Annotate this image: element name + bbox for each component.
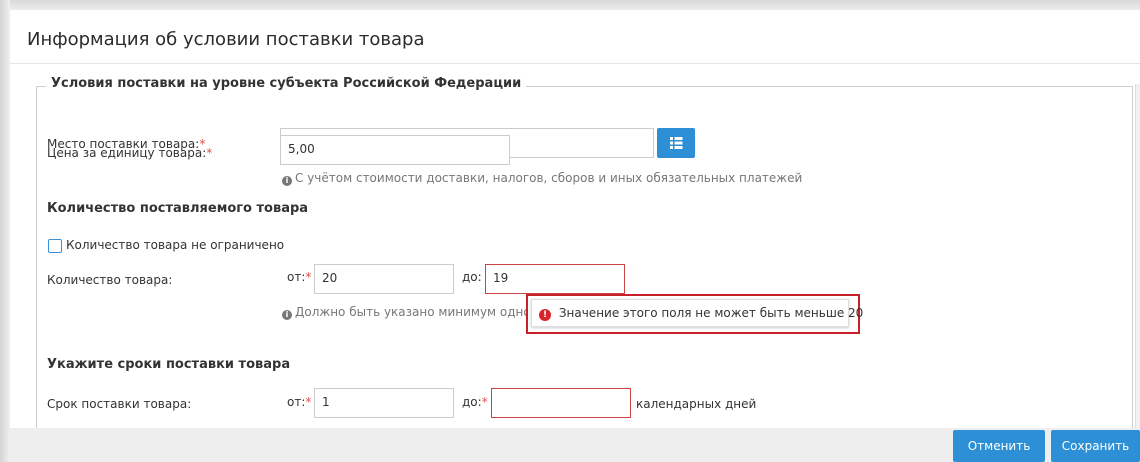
- quantity-from-field[interactable]: 20: [314, 264, 454, 294]
- unlimited-quantity-label: Количество товара не ограничено: [66, 238, 285, 252]
- quantity-section-title: Количество поставляемого товара: [47, 201, 309, 216]
- unit-price-label-text: Цена за единицу товара:*: [47, 146, 213, 160]
- term-to-field[interactable]: [491, 388, 631, 418]
- unit-price-hint: iС учётом стоимости доставки, налогов, с…: [282, 171, 802, 186]
- quantity-hint: i Должно быть указано минимум одно: [282, 305, 531, 320]
- select-list-button[interactable]: [657, 128, 695, 158]
- error-icon: !: [539, 309, 551, 321]
- tooltip-content: ! Значение этого поля не может быть мень…: [539, 306, 863, 321]
- term-to-label: до:*: [462, 395, 488, 409]
- quantity-from-label: от:*: [287, 270, 312, 284]
- validation-tooltip: ! Значение этого поля не может быть мень…: [531, 299, 863, 327]
- dialog-title: Информация об условии поставки товара: [27, 29, 425, 50]
- term-from-field[interactable]: 1: [314, 388, 454, 418]
- quantity-label: Количество товара:: [47, 273, 173, 287]
- info-icon: i: [282, 310, 292, 320]
- terms-section-title: Укажите сроки поставки товара: [47, 357, 291, 372]
- save-button[interactable]: Сохранить: [1051, 430, 1140, 462]
- title-divider: [10, 63, 1140, 64]
- term-unit-label: календарных дней: [636, 397, 757, 411]
- unlimited-quantity-checkbox[interactable]: [48, 239, 62, 253]
- unit-price-field[interactable]: 5,00: [280, 135, 510, 165]
- window-frame-left: [0, 0, 10, 462]
- fieldset-legend: Условия поставки на уровне субъекта Росс…: [46, 76, 527, 91]
- info-icon: i: [282, 176, 292, 186]
- cancel-button[interactable]: Отменить: [953, 430, 1045, 462]
- quantity-to-label: до:: [462, 270, 482, 284]
- quantity-to-field[interactable]: 19: [485, 264, 625, 294]
- term-from-label: от:*: [287, 395, 312, 409]
- scrollbar[interactable]: [1135, 84, 1140, 428]
- list-icon: [670, 137, 683, 149]
- delivery-term-label: Срок поставки товара:: [47, 397, 192, 411]
